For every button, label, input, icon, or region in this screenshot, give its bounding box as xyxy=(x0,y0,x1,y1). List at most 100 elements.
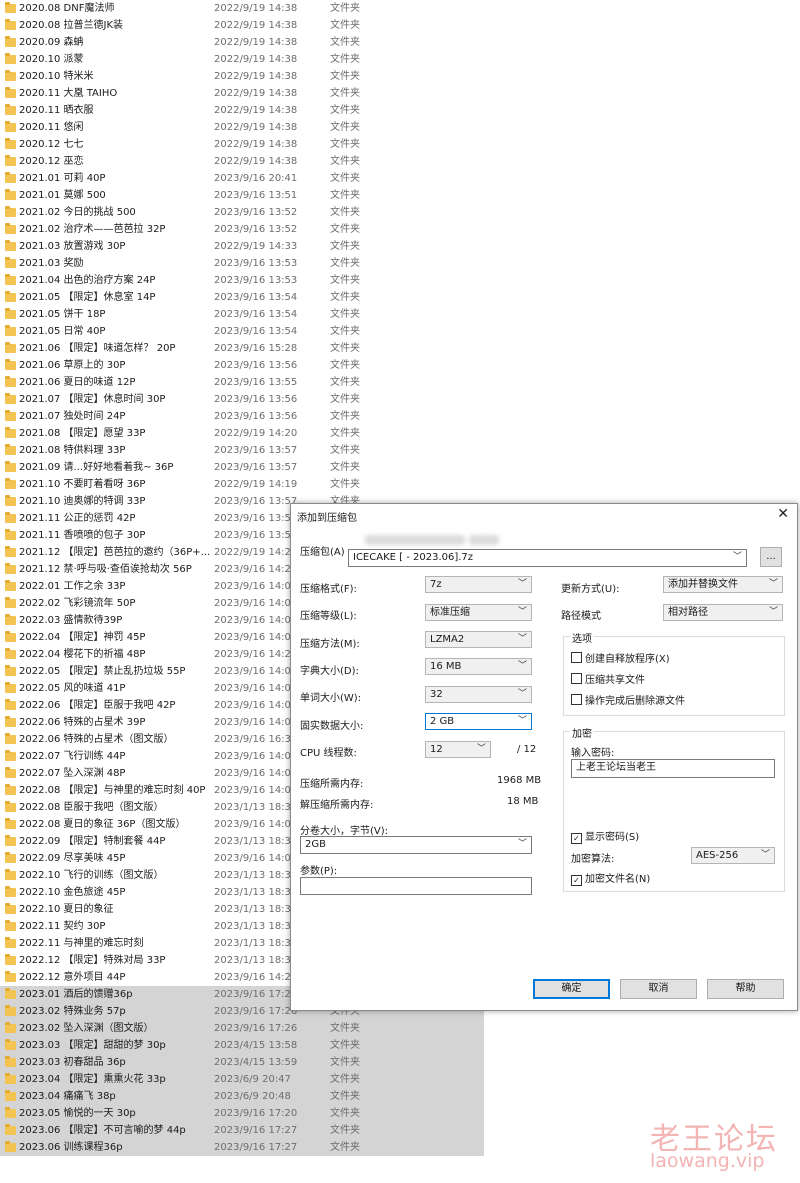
file-row[interactable]: 2023.02 坠入深渊（图文版） 2023/9/16 17:26 文件夹 xyxy=(0,1020,484,1037)
file-date: 2022/9/19 14:38 xyxy=(214,122,298,133)
file-row[interactable]: 2021.02 今日的挑战 500 2023/9/16 13:52 文件夹 xyxy=(0,204,484,221)
show-password-checkbox[interactable]: ✓ 显示密码(S) xyxy=(571,828,639,844)
password-input[interactable]: 上老王论坛当老王 xyxy=(571,759,775,778)
folder-icon xyxy=(5,1073,16,1084)
file-row[interactable]: 2021.04 出色的治疗方案 24P 2023/9/16 13:53 文件夹 xyxy=(0,272,484,289)
opt-delete-checkbox[interactable]: 操作完成后删除源文件 xyxy=(571,692,685,707)
file-row[interactable]: 2020.11 晒衣服 2022/9/19 14:38 文件夹 xyxy=(0,102,484,119)
format-select[interactable]: 7z ﹀ xyxy=(425,576,532,593)
cpu-select[interactable]: 12 ﹀ xyxy=(425,741,491,758)
enc-method-label: 加密算法: xyxy=(571,854,615,865)
solid-select[interactable]: 2 GB ﹀ xyxy=(425,713,532,730)
file-date: 2023/9/16 14:03 xyxy=(214,768,298,779)
file-row[interactable]: 2020.08 拉普兰德JK装 2022/9/19 14:38 文件夹 xyxy=(0,17,484,34)
file-date: 2023/9/16 17:27 xyxy=(214,1125,298,1136)
encrypt-names-checkbox[interactable]: ✓ 加密文件名(N) xyxy=(571,870,650,886)
folder-icon xyxy=(5,682,16,693)
folder-icon xyxy=(5,512,16,523)
file-type: 文件夹 xyxy=(330,156,360,167)
folder-icon xyxy=(5,920,16,931)
enc-method-select[interactable]: AES-256 ﹀ xyxy=(691,847,775,864)
file-type: 文件夹 xyxy=(330,1023,360,1034)
folder-icon xyxy=(5,1107,16,1118)
file-row[interactable]: 2021.06 草原上的 30P 2023/9/16 13:56 文件夹 xyxy=(0,357,484,374)
show-password-label: 显示密码(S) xyxy=(585,832,640,843)
help-button[interactable]: 帮助 xyxy=(707,979,784,999)
file-row[interactable]: 2020.12 巫恋 2022/9/19 14:38 文件夹 xyxy=(0,153,484,170)
file-type: 文件夹 xyxy=(330,394,360,405)
file-name: 2022.06 特殊的占星术（图文版） xyxy=(19,734,174,745)
method-select[interactable]: LZMA2 ﹀ xyxy=(425,631,532,648)
file-date: 2023/9/16 14:01 xyxy=(214,615,298,626)
file-row[interactable]: 2021.01 莫娜 500 2023/9/16 13:51 文件夹 xyxy=(0,187,484,204)
folder-icon xyxy=(5,444,16,455)
word-select[interactable]: 32 ﹀ xyxy=(425,686,532,703)
opt-sfx-checkbox[interactable]: 创建自释放程序(X) xyxy=(571,650,670,665)
archive-path-combo[interactable]: ICECAKE [ - 2023.06].7z ﹀ xyxy=(348,549,747,567)
cancel-button[interactable]: 取消 xyxy=(620,979,697,999)
file-row[interactable]: 2021.07 独处时间 24P 2023/9/16 13:56 文件夹 xyxy=(0,408,484,425)
file-row[interactable]: 2023.04 【限定】熏熏火花 33p 2023/6/9 20:47 文件夹 xyxy=(0,1071,484,1088)
file-date: 2023/1/13 18:32 xyxy=(214,938,298,949)
file-date: 2022/9/19 14:38 xyxy=(214,3,298,14)
file-name: 2020.12 七七 xyxy=(19,139,84,150)
file-row[interactable]: 2023.04 痛痛飞 38p 2023/6/9 20:48 文件夹 xyxy=(0,1088,484,1105)
opt-shared-checkbox[interactable]: 压缩共享文件 xyxy=(571,671,645,686)
update-label: 更新方式(U): xyxy=(561,584,620,595)
folder-icon xyxy=(5,1141,16,1152)
level-select[interactable]: 标准压缩 ﹀ xyxy=(425,604,532,621)
folder-icon xyxy=(5,988,16,999)
file-row[interactable]: 2021.02 治疗术——芭芭拉 32P 2023/9/16 13:52 文件夹 xyxy=(0,221,484,238)
file-date: 2023/1/13 18:32 xyxy=(214,955,298,966)
file-row[interactable]: 2021.06 【限定】味道怎样？ 20P 2023/9/16 15:28 文件夹 xyxy=(0,340,484,357)
file-row[interactable]: 2021.03 放置游戏 30P 2022/9/19 14:33 文件夹 xyxy=(0,238,484,255)
file-row[interactable]: 2020.08 DNF魔法师 2022/9/19 14:38 文件夹 xyxy=(0,0,484,17)
file-name: 2023.05 愉悦的一天 30p xyxy=(19,1108,136,1119)
file-name: 2021.03 奖励 xyxy=(19,258,84,269)
file-row[interactable]: 2023.05 愉悦的一天 30p 2023/9/16 17:20 文件夹 xyxy=(0,1105,484,1122)
file-row[interactable]: 2021.05 【限定】休息室 14P 2023/9/16 13:54 文件夹 xyxy=(0,289,484,306)
file-row[interactable]: 2020.11 悠闲 2022/9/19 14:38 文件夹 xyxy=(0,119,484,136)
params-input[interactable] xyxy=(300,877,532,895)
checkbox-box: ✓ xyxy=(571,833,582,844)
dict-select[interactable]: 16 MB ﹀ xyxy=(425,658,532,675)
file-date: 2023/9/16 15:28 xyxy=(214,343,298,354)
file-row[interactable]: 2023.06 训练课程36p 2023/9/16 17:27 文件夹 xyxy=(0,1139,484,1156)
file-row[interactable]: 2020.10 特米米 2022/9/19 14:38 文件夹 xyxy=(0,68,484,85)
file-row[interactable]: 2023.03 【限定】甜甜的梦 30p 2023/4/15 13:58 文件夹 xyxy=(0,1037,484,1054)
chevron-down-icon: ﹀ xyxy=(517,634,527,644)
file-row[interactable]: 2021.05 饼干 18P 2023/9/16 13:54 文件夹 xyxy=(0,306,484,323)
file-row[interactable]: 2023.03 初春甜品 36p 2023/4/15 13:59 文件夹 xyxy=(0,1054,484,1071)
file-row[interactable]: 2021.07 【限定】休息时间 30P 2023/9/16 13:56 文件夹 xyxy=(0,391,484,408)
file-row[interactable]: 2020.09 森蚺 2022/9/19 14:38 文件夹 xyxy=(0,34,484,51)
folder-icon xyxy=(5,869,16,880)
file-row[interactable]: 2020.10 派蒙 2022/9/19 14:38 文件夹 xyxy=(0,51,484,68)
file-name: 2022.03 盛情款待39P xyxy=(19,615,123,626)
file-row[interactable]: 2021.09 请...好好地看着我~ 36P 2023/9/16 13:57 文件… xyxy=(0,459,484,476)
file-row[interactable]: 2020.12 七七 2022/9/19 14:38 文件夹 xyxy=(0,136,484,153)
encrypt-names-label: 加密文件名(N) xyxy=(585,874,651,885)
file-type: 文件夹 xyxy=(330,377,360,388)
level-value: 标准压缩 xyxy=(430,607,470,618)
split-combo[interactable]: 2GB ﹀ xyxy=(300,836,532,854)
file-row[interactable]: 2021.01 可莉 40P 2023/9/16 20:41 文件夹 xyxy=(0,170,484,187)
file-row[interactable]: 2021.05 日常 40P 2023/9/16 13:54 文件夹 xyxy=(0,323,484,340)
file-row[interactable]: 2021.08 【限定】愿望 33P 2022/9/19 14:20 文件夹 xyxy=(0,425,484,442)
folder-icon xyxy=(5,325,16,336)
file-date: 2023/9/16 13:55 xyxy=(214,377,298,388)
file-type: 文件夹 xyxy=(330,1108,360,1119)
file-row[interactable]: 2020.11 大凰 TAIHO 2022/9/19 14:38 文件夹 xyxy=(0,85,484,102)
path-mode-select[interactable]: 相对路径 ﹀ xyxy=(663,604,783,621)
update-select[interactable]: 添加并替换文件 ﹀ xyxy=(663,576,783,593)
file-row[interactable]: 2021.10 不要盯着看呀 36P 2022/9/19 14:19 文件夹 xyxy=(0,476,484,493)
file-date: 2023/9/16 14:02 xyxy=(214,632,298,643)
chevron-down-icon: ﹀ xyxy=(768,579,778,589)
file-date: 2023/4/15 13:59 xyxy=(214,1057,298,1068)
file-row[interactable]: 2021.08 特供料理 33P 2023/9/16 13:57 文件夹 xyxy=(0,442,484,459)
browse-button[interactable]: ... xyxy=(760,547,782,567)
ok-button[interactable]: 确定 xyxy=(533,979,610,999)
file-row[interactable]: 2023.06 【限定】不可言喻的梦 44p 2023/9/16 17:27 文件夹 xyxy=(0,1122,484,1139)
file-row[interactable]: 2021.06 夏日的味道 12P 2023/9/16 13:55 文件夹 xyxy=(0,374,484,391)
file-row[interactable]: 2021.03 奖励 2023/9/16 13:53 文件夹 xyxy=(0,255,484,272)
close-icon[interactable]: ✕ xyxy=(777,506,789,522)
